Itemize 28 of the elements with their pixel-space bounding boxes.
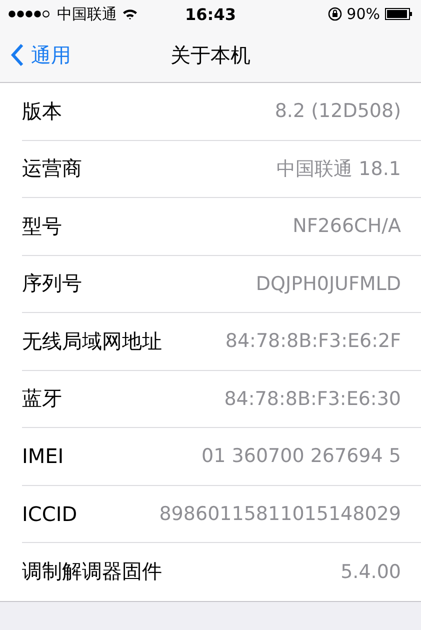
row-label: 调制解调器固件 bbox=[22, 558, 162, 586]
row-value: 01 360700 267694 5 bbox=[202, 445, 401, 468]
carrier-name: 中国联通 bbox=[57, 4, 117, 24]
wifi-icon bbox=[122, 8, 138, 20]
battery-percent: 90% bbox=[346, 5, 380, 23]
row-value: NF266CH/A bbox=[292, 215, 401, 238]
clock-time: 16:43 bbox=[185, 4, 236, 24]
row-label: 序列号 bbox=[22, 270, 82, 298]
page-title: 关于本机 bbox=[170, 42, 250, 68]
row-value: 84:78:8B:F3:E6:30 bbox=[224, 388, 401, 410]
row-label: 版本 bbox=[22, 98, 62, 125]
row-label: 运营商 bbox=[22, 155, 82, 182]
back-chevron-icon bbox=[10, 43, 24, 67]
row-value: 84:78:8B:F3:E6:2F bbox=[225, 330, 401, 352]
row-value: DQJPH0JUFMLD bbox=[256, 272, 401, 295]
row-value: 中国联通 18.1 bbox=[276, 156, 401, 182]
row-label: IMEI bbox=[22, 444, 64, 468]
back-button[interactable]: 通用 bbox=[0, 42, 71, 68]
signal-icon bbox=[8, 10, 52, 18]
row-label: 型号 bbox=[22, 212, 62, 240]
row-label: 无线局域网地址 bbox=[22, 328, 162, 355]
row-label: 蓝牙 bbox=[22, 385, 62, 412]
battery-icon bbox=[385, 8, 413, 20]
row-label: ICCID bbox=[22, 502, 78, 526]
row-value: 89860115811015148029 bbox=[159, 502, 401, 525]
row-value: 5.4.00 bbox=[340, 560, 401, 583]
rotation-lock-icon bbox=[328, 7, 342, 21]
row-value: 8.2 (12D508) bbox=[274, 100, 401, 122]
